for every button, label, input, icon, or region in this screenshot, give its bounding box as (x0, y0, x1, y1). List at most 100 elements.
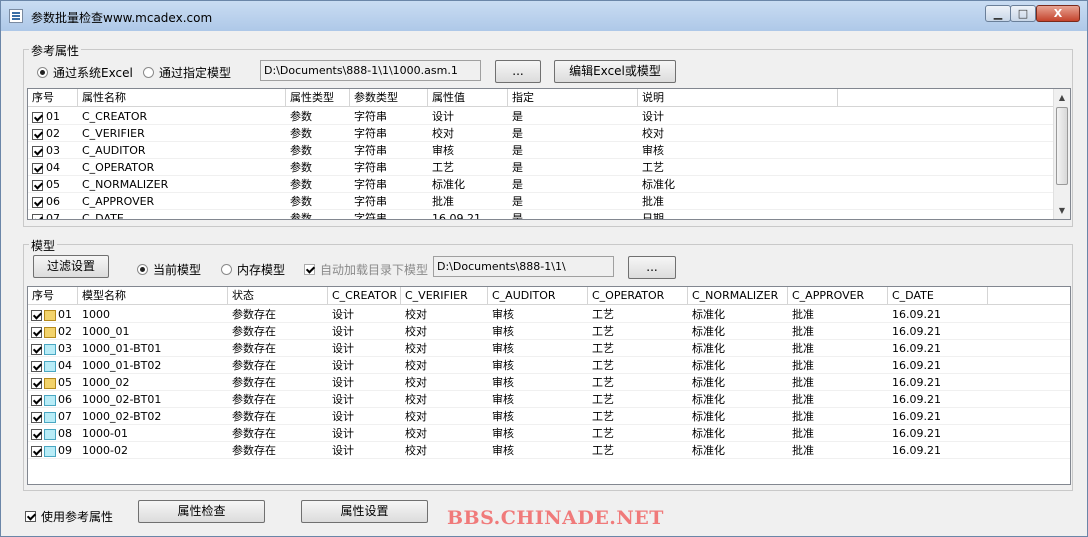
ref-col-header[interactable]: 属性名称 (78, 89, 286, 106)
row-checkbox[interactable] (31, 394, 42, 406)
part-icon (44, 360, 56, 372)
table-row[interactable]: 02 1000_01 参数存在 设计 校对 审核 工艺 标准化 批准 16.09.21 (28, 323, 1070, 340)
table-row[interactable]: 08 1000-01 参数存在 设计 校对 审核 工艺 标准化 批准 16.09.21 (28, 425, 1070, 442)
model-browse-button[interactable]: ... (628, 256, 676, 279)
ref-browse-button[interactable]: ... (495, 60, 541, 83)
row-checkbox[interactable] (32, 145, 43, 157)
model-col-header[interactable]: C_DATE (888, 287, 988, 304)
table-row[interactable]: 03 C_AUDITOR 参数 字符串 审核 是 审核 (28, 142, 1055, 159)
use-ref-checkbox[interactable]: 使用参考属性 (25, 508, 113, 525)
radio-model-dot[interactable] (143, 67, 154, 78)
table-cell: 工艺 (592, 376, 614, 389)
row-checkbox[interactable] (31, 309, 42, 321)
edit-excel-button[interactable]: 编辑Excel或模型 (554, 60, 676, 83)
model-col-header[interactable]: C_NORMALIZER (688, 287, 788, 304)
radio-memory-model[interactable]: 内存模型 (221, 261, 285, 278)
row-checkbox[interactable] (32, 162, 43, 174)
ref-scrollbar[interactable]: ▲ ▼ (1053, 89, 1070, 219)
scroll-thumb[interactable] (1056, 107, 1068, 185)
model-col-header[interactable]: C_VERIFIER (401, 287, 488, 304)
auto-load-box[interactable] (304, 264, 315, 275)
ref-col-header[interactable]: 属性值 (428, 89, 508, 106)
radio-memory-dot[interactable] (221, 264, 232, 275)
auto-load-checkbox[interactable]: 自动加载目录下模型 (304, 261, 428, 278)
row-checkbox[interactable] (31, 377, 42, 389)
title-bar: 参数批量检查www.mcadex.com ▁ □ X (1, 1, 1087, 31)
window-title: 参数批量检查www.mcadex.com (31, 11, 213, 25)
table-cell: 字符串 (354, 161, 387, 174)
row-number: 09 (58, 444, 72, 457)
table-cell: C_CREATOR (82, 110, 148, 123)
row-number: 05 (46, 178, 60, 191)
radio-excel-dot[interactable] (37, 67, 48, 78)
minimize-button[interactable]: ▁ (985, 5, 1011, 22)
ref-path-field[interactable]: D:\Documents\888-1\1\1000.asm.1 (260, 60, 481, 81)
radio-current-label: 当前模型 (153, 263, 202, 277)
table-row[interactable]: 02 C_VERIFIER 参数 字符串 校对 是 校对 (28, 125, 1055, 142)
row-checkbox[interactable] (32, 111, 43, 123)
table-row[interactable]: 06 C_APPROVER 参数 字符串 批准 是 批准 (28, 193, 1055, 210)
table-cell: 是 (512, 127, 523, 140)
ref-col-header[interactable]: 序号 (28, 89, 78, 106)
table-cell: 设计 (642, 110, 664, 123)
model-col-header[interactable]: C_APPROVER (788, 287, 888, 304)
row-checkbox[interactable] (32, 213, 43, 219)
table-row[interactable]: 01 C_CREATOR 参数 字符串 设计 是 设计 (28, 108, 1055, 125)
use-ref-box[interactable] (25, 511, 36, 522)
table-row[interactable]: 06 1000_02-BT01 参数存在 设计 校对 审核 工艺 标准化 批准 16.09.21 (28, 391, 1070, 408)
maximize-button[interactable]: □ (1010, 5, 1036, 22)
ref-table[interactable]: 序号 属性名称 属性类型 参数类型 属性值 指定 说明 01 C_CREATOR 参数 字符串 设计… (27, 88, 1071, 220)
table-cell: 设计 (332, 444, 354, 457)
table-row[interactable]: 09 1000-02 参数存在 设计 校对 审核 工艺 标准化 批准 16.09.21 (28, 442, 1070, 459)
table-cell: 字符串 (354, 127, 387, 140)
model-path-field[interactable]: D:\Documents\888-1\1\ (433, 256, 614, 277)
row-checkbox[interactable] (31, 445, 42, 457)
close-button[interactable]: X (1036, 5, 1080, 22)
table-row[interactable]: 03 1000_01-BT01 参数存在 设计 校对 审核 工艺 标准化 批准 16.09.21 (28, 340, 1070, 357)
radio-excel[interactable]: 通过系统Excel (37, 64, 133, 81)
table-row[interactable]: 05 1000_02 参数存在 设计 校对 审核 工艺 标准化 批准 16.09.21 (28, 374, 1070, 391)
table-row[interactable]: 07 C_DATE 参数 字符串 16.09.21 是 日期 (28, 210, 1055, 219)
check-properties-button[interactable]: 属性检查 (138, 500, 265, 523)
radio-current-dot[interactable] (137, 264, 148, 275)
table-row[interactable]: 01 1000 参数存在 设计 校对 审核 工艺 标准化 批准 16.09.21 (28, 306, 1070, 323)
model-col-header[interactable]: 状态 (228, 287, 328, 304)
scroll-down-icon[interactable]: ▼ (1054, 202, 1070, 219)
model-col-header[interactable]: C_OPERATOR (588, 287, 688, 304)
row-checkbox[interactable] (31, 411, 42, 423)
ref-col-header[interactable]: 属性类型 (286, 89, 350, 106)
table-cell: 1000_01 (82, 325, 130, 338)
model-col-header[interactable]: C_AUDITOR (488, 287, 588, 304)
table-cell: 工艺 (592, 393, 614, 406)
radio-current-model[interactable]: 当前模型 (137, 261, 201, 278)
row-checkbox[interactable] (31, 326, 42, 338)
table-row[interactable]: 07 1000_02-BT02 参数存在 设计 校对 审核 工艺 标准化 批准 16.09.21 (28, 408, 1070, 425)
row-checkbox[interactable] (31, 360, 42, 372)
row-checkbox[interactable] (32, 128, 43, 140)
table-cell: 标准化 (432, 178, 465, 191)
model-table[interactable]: 序号 模型名称 状态 C_CREATOR C_VERIFIER C_AUDITOR C_OP… (27, 286, 1071, 485)
scroll-up-icon[interactable]: ▲ (1054, 89, 1070, 106)
row-checkbox[interactable] (31, 343, 42, 355)
table-cell: 设计 (332, 342, 354, 355)
row-number: 03 (46, 144, 60, 157)
model-col-header[interactable]: 模型名称 (78, 287, 228, 304)
model-col-header[interactable]: 序号 (28, 287, 78, 304)
row-checkbox[interactable] (32, 179, 43, 191)
row-number-cell: 07 (28, 210, 78, 219)
table-cell: 字符串 (354, 144, 387, 157)
row-checkbox[interactable] (31, 428, 42, 440)
radio-model[interactable]: 通过指定模型 (143, 64, 231, 81)
table-row[interactable]: 04 C_OPERATOR 参数 字符串 工艺 是 工艺 (28, 159, 1055, 176)
table-cell: 是 (512, 110, 523, 123)
ref-col-header[interactable]: 指定 (508, 89, 638, 106)
ref-col-header[interactable]: 参数类型 (350, 89, 428, 106)
row-checkbox[interactable] (32, 196, 43, 208)
ref-col-header[interactable]: 说明 (638, 89, 838, 106)
model-col-header[interactable]: C_CREATOR (328, 287, 401, 304)
filter-button[interactable]: 过滤设置 (33, 255, 109, 278)
table-row[interactable]: 04 1000_01-BT02 参数存在 设计 校对 审核 工艺 标准化 批准 16.09.21 (28, 357, 1070, 374)
property-settings-button[interactable]: 属性设置 (301, 500, 428, 523)
table-row[interactable]: 05 C_NORMALIZER 参数 字符串 标准化 是 标准化 (28, 176, 1055, 193)
table-cell: 校对 (405, 410, 427, 423)
